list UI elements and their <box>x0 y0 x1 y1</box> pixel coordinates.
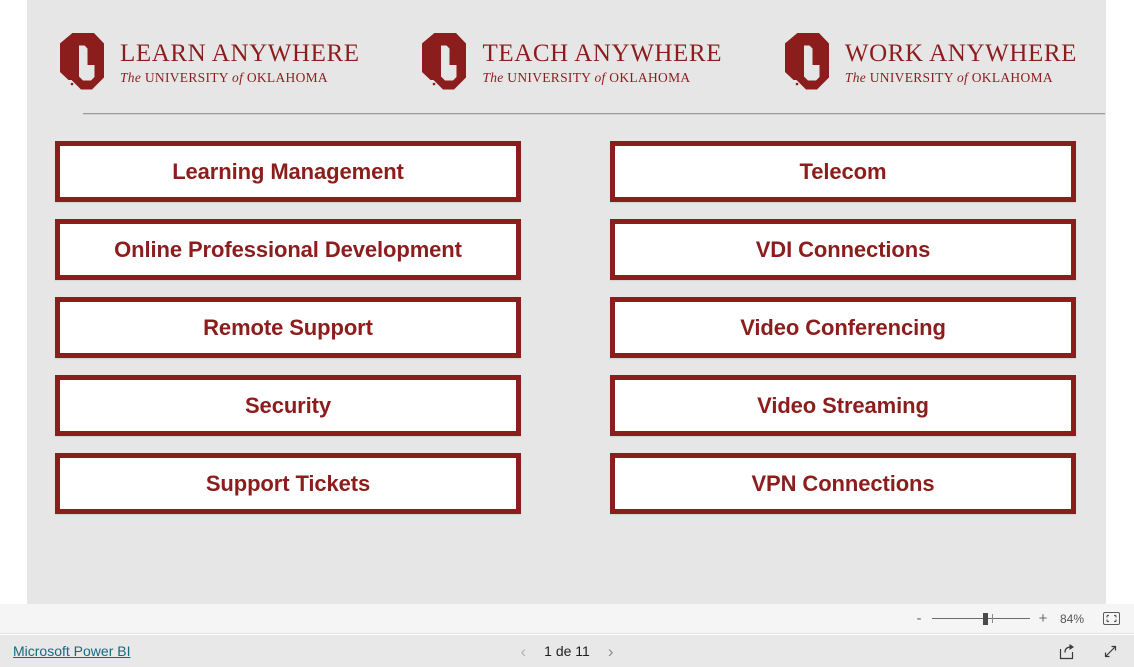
nav-button-telecom[interactable]: Telecom <box>610 141 1076 202</box>
ou-logo-icon <box>784 33 829 90</box>
nav-button-label: Video Conferencing <box>740 314 946 340</box>
status-bar: Microsoft Power BI ‹ 1 de 11 › <box>0 635 1134 667</box>
share-button[interactable] <box>1057 641 1077 661</box>
nav-button-vdi-connections[interactable]: VDI Connections <box>610 219 1076 280</box>
logo-sub-oklahoma: OKLAHOMA <box>971 69 1053 85</box>
header-divider <box>83 113 1105 115</box>
navigation-column-right: Telecom VDI Connections Video Conferenci… <box>610 141 1076 514</box>
logo-learn-anywhere: LEARN ANYWHERE The UNIVERSITY of OKLAHOM… <box>56 32 360 94</box>
zoom-slider-thumb[interactable] <box>983 612 988 625</box>
logo-row: LEARN ANYWHERE The UNIVERSITY of OKLAHOM… <box>56 22 1077 104</box>
navigation-column-left: Learning Management Online Professional … <box>55 141 521 514</box>
logo-sub-the: The <box>482 69 504 85</box>
logo-sub-the: The <box>120 69 142 85</box>
fit-to-page-icon <box>1102 612 1120 625</box>
nav-button-online-professional-development[interactable]: Online Professional Development <box>55 219 521 280</box>
ou-logo-icon <box>60 33 104 90</box>
nav-button-label: Telecom <box>799 158 887 184</box>
logo-sub-oklahoma: OKLAHOMA <box>246 69 328 85</box>
logo-subtitle: The UNIVERSITY of OKLAHOMA <box>120 69 360 85</box>
previous-page-button[interactable]: ‹ <box>520 643 526 660</box>
logo-teach-anywhere: TEACH ANYWHERE The UNIVERSITY of OKLAHOM… <box>418 32 722 94</box>
zoom-in-button[interactable]: + <box>1036 611 1050 626</box>
logo-sub-university: UNIVERSITY <box>507 69 591 85</box>
navigation-button-grid: Learning Management Online Professional … <box>55 141 1105 514</box>
nav-button-label: VDI Connections <box>755 236 931 262</box>
zoom-slider-tick <box>992 613 993 623</box>
logo-subtitle: The UNIVERSITY of OKLAHOMA <box>482 69 722 85</box>
logo-text-teach-anywhere: TEACH ANYWHERE The UNIVERSITY of OKLAHOM… <box>482 40 723 85</box>
nav-button-remote-support[interactable]: Remote Support <box>55 297 521 358</box>
ou-logo-icon <box>422 33 467 90</box>
nav-button-label: Online Professional Development <box>114 236 462 262</box>
share-icon <box>1059 643 1074 659</box>
zoom-toolbar: - + 84% <box>0 604 1134 634</box>
logo-title: WORK ANYWHERE <box>844 40 1077 68</box>
zoom-out-button[interactable]: - <box>912 611 926 626</box>
zoom-slider-track <box>932 617 1030 619</box>
nav-button-label: Learning Management <box>172 158 404 184</box>
nav-button-label: Security <box>244 392 332 418</box>
nav-button-video-conferencing[interactable]: Video Conferencing <box>610 297 1076 358</box>
status-bar-actions <box>1057 641 1120 661</box>
nav-button-label: VPN Connections <box>751 470 935 496</box>
logo-sub-the: The <box>844 69 867 85</box>
nav-button-support-tickets[interactable]: Support Tickets <box>55 453 521 514</box>
nav-button-label: Video Streaming <box>757 392 929 418</box>
logo-sub-of: of <box>232 69 244 85</box>
logo-title: LEARN ANYWHERE <box>120 40 360 68</box>
logo-sub-university: UNIVERSITY <box>144 69 229 85</box>
power-bi-report-viewer: LEARN ANYWHERE The UNIVERSITY of OKLAHOM… <box>0 0 1134 667</box>
logo-title: TEACH ANYWHERE <box>482 40 723 68</box>
nav-button-label: Remote Support <box>203 314 373 340</box>
fullscreen-button[interactable] <box>1100 641 1120 661</box>
fullscreen-icon <box>1104 645 1116 657</box>
logo-sub-oklahoma: OKLAHOMA <box>609 69 691 85</box>
logo-text-work-anywhere: WORK ANYWHERE The UNIVERSITY of OKLAHOMA <box>844 40 1077 85</box>
nav-button-learning-management[interactable]: Learning Management <box>55 141 521 202</box>
next-page-button[interactable]: › <box>608 643 614 660</box>
nav-button-label: Support Tickets <box>205 470 371 496</box>
zoom-level-value: 84% <box>1059 611 1085 626</box>
fit-to-page-button[interactable] <box>1100 610 1122 628</box>
logo-text-learn-anywhere: LEARN ANYWHERE The UNIVERSITY of OKLAHOM… <box>120 40 360 85</box>
report-canvas: LEARN ANYWHERE The UNIVERSITY of OKLAHOM… <box>27 0 1106 604</box>
logo-sub-of: of <box>956 69 969 85</box>
nav-button-vpn-connections[interactable]: VPN Connections <box>610 453 1076 514</box>
zoom-slider[interactable] <box>932 610 1030 628</box>
page-indicator-label: 1 de 11 <box>544 643 590 659</box>
logo-work-anywhere: WORK ANYWHERE The UNIVERSITY of OKLAHOMA <box>781 32 1077 94</box>
logo-sub-of: of <box>594 69 606 85</box>
logo-sub-university: UNIVERSITY <box>869 69 954 85</box>
logo-subtitle: The UNIVERSITY of OKLAHOMA <box>844 69 1077 85</box>
page-navigator: ‹ 1 de 11 › <box>0 643 1134 660</box>
nav-button-video-streaming[interactable]: Video Streaming <box>610 375 1076 436</box>
nav-button-security[interactable]: Security <box>55 375 521 436</box>
